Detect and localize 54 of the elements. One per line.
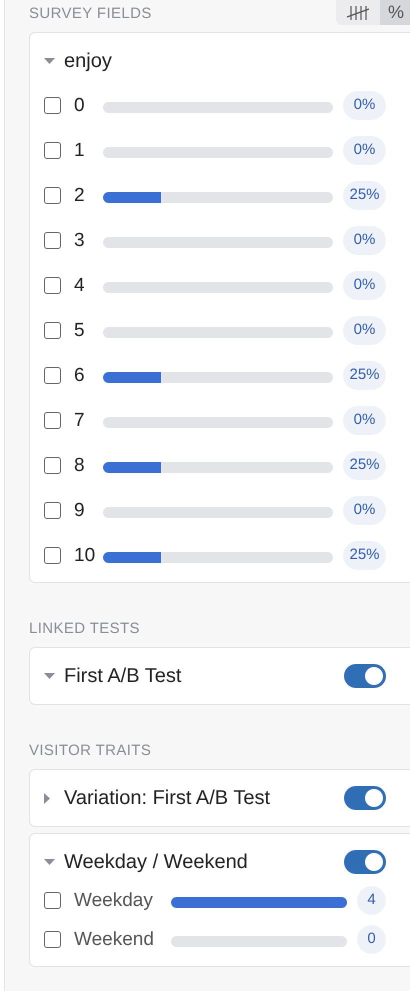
checkbox[interactable] xyxy=(44,931,61,948)
percent-badge: 25% xyxy=(343,451,386,480)
checkbox[interactable] xyxy=(44,142,61,159)
percent-badge: 25% xyxy=(343,181,386,210)
percent-badge: 0% xyxy=(343,406,386,435)
collapse-caret-icon[interactable] xyxy=(44,672,58,680)
percent-badge: 0% xyxy=(343,271,386,300)
percent-badge: 4 xyxy=(357,886,386,915)
section-heading: LINKED TESTS xyxy=(29,621,140,639)
group-title: Weekday / Weekend xyxy=(64,850,249,875)
view-mode-option[interactable]: % xyxy=(380,0,410,25)
percent-badge: 0% xyxy=(343,136,386,165)
checkbox[interactable] xyxy=(44,97,61,114)
option-label: 10 xyxy=(74,546,96,565)
percent-badge: 0 xyxy=(357,925,386,954)
option-label: 7 xyxy=(74,411,86,430)
group-title: First A/B Test xyxy=(64,664,182,689)
percent-badge: 25% xyxy=(343,541,386,570)
checkbox[interactable] xyxy=(44,892,61,909)
percent-badge: 0% xyxy=(343,316,386,345)
section-heading: SURVEY FIELDS xyxy=(29,6,152,24)
checkbox[interactable] xyxy=(44,547,61,564)
option-label: 1 xyxy=(74,141,86,160)
percent-badge: 0% xyxy=(343,496,386,525)
toggle-switch[interactable] xyxy=(344,850,386,874)
option-label: 9 xyxy=(74,501,86,520)
option-label: 3 xyxy=(74,231,86,250)
group-title: enjoy xyxy=(64,49,113,74)
section-heading: VISITOR TRAITS xyxy=(29,743,152,761)
option-label: 0 xyxy=(74,96,86,115)
option-label: 4 xyxy=(74,276,86,295)
percent-badge: 0% xyxy=(343,226,386,255)
collapse-caret-icon[interactable] xyxy=(44,58,58,64)
checkbox[interactable] xyxy=(44,187,61,204)
percent-badge: 0% xyxy=(343,91,386,120)
toggle-switch[interactable] xyxy=(344,786,386,810)
option-label: Weekday xyxy=(74,891,154,910)
checkbox[interactable] xyxy=(44,232,61,249)
checkbox[interactable] xyxy=(44,502,61,519)
group-title: Variation: First A/B Test xyxy=(64,786,272,811)
option-label: 8 xyxy=(74,456,86,475)
tally-icon xyxy=(346,4,370,20)
collapse-caret-icon[interactable] xyxy=(44,858,58,866)
checkbox[interactable] xyxy=(44,457,61,474)
checkbox[interactable] xyxy=(44,277,61,294)
percent-badge: 25% xyxy=(343,361,386,390)
checkbox[interactable] xyxy=(44,367,61,384)
option-label: 2 xyxy=(74,186,86,205)
option-label: 5 xyxy=(74,321,86,340)
checkbox[interactable] xyxy=(44,322,61,339)
option-label: 6 xyxy=(74,366,86,385)
checkbox[interactable] xyxy=(44,412,61,429)
option-label: Weekend xyxy=(74,930,155,949)
toggle-switch[interactable] xyxy=(344,664,386,688)
